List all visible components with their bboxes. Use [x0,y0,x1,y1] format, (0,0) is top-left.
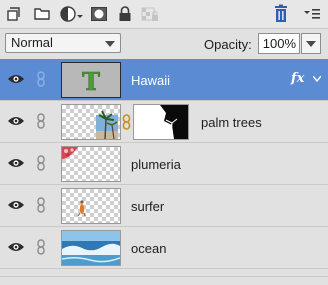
layer-row-palm-trees[interactable]: palm trees [0,101,328,143]
adjustment-layer-icon[interactable] [58,3,86,25]
chevron-down-icon [105,41,115,47]
layer-link-icon[interactable] [36,239,46,255]
layer-link-icon[interactable] [36,155,46,171]
layers-toolbar [0,0,328,29]
trash-icon[interactable] [270,3,292,25]
layer-name[interactable]: palm trees [201,115,262,130]
layer-link-icon[interactable] [36,113,46,129]
layer-row-ocean[interactable]: ocean [0,227,328,269]
layer-effects-icon[interactable]: fx [291,71,304,86]
layer-link-icon[interactable] [36,197,46,213]
layer-name[interactable]: surfer [131,199,164,214]
layers-list: T Hawaii fx palm trees plumeria surfer o… [0,56,328,276]
blend-mode-select[interactable]: Normal [5,33,121,53]
visibility-eye-icon[interactable] [7,240,25,254]
visibility-eye-icon[interactable] [7,198,25,212]
text-layer-glyph: T [82,67,100,96]
layer-row-hawaii[interactable]: T Hawaii fx [0,59,328,101]
layer-thumbnail-plumeria [61,146,121,182]
layer-mask-thumbnail[interactable] [133,104,189,140]
layer-row-surfer[interactable]: surfer [0,185,328,227]
layer-thumbnail-palm-trees [61,104,121,140]
blend-opacity-row: Normal Opacity: 100% [0,29,328,59]
layer-link-icon[interactable] [36,71,46,87]
panel-menu-icon[interactable] [301,3,323,25]
layer-name[interactable]: ocean [131,241,166,256]
layer-mask-icon[interactable] [88,3,110,25]
layer-name[interactable]: Hawaii [131,73,170,88]
layer-thumbnail-text: T [61,62,121,98]
visibility-eye-icon[interactable] [7,72,25,86]
blend-mode-value: Normal [11,35,53,50]
layer-row-plumeria[interactable]: plumeria [0,143,328,185]
visibility-eye-icon[interactable] [7,156,25,170]
opacity-dropdown-button[interactable] [301,33,321,54]
opacity-label: Opacity: [204,37,252,52]
mask-link-chain-icon[interactable] [122,114,131,130]
layer-thumbnail-ocean [61,230,121,266]
chevron-down-icon[interactable] [313,76,321,82]
opacity-input[interactable]: 100% [258,33,300,54]
lock-all-icon[interactable] [114,3,136,25]
new-group-icon[interactable] [31,3,53,25]
visibility-eye-icon[interactable] [7,114,25,128]
chevron-down-icon [306,41,316,47]
layer-name[interactable]: plumeria [131,157,181,172]
layer-thumbnail-surfer [61,188,121,224]
layers-panel: Normal Opacity: 100% T Hawaii fx palm tr… [0,0,328,285]
new-layer-icon[interactable] [4,3,26,25]
lock-transparency-icon[interactable] [139,3,161,25]
